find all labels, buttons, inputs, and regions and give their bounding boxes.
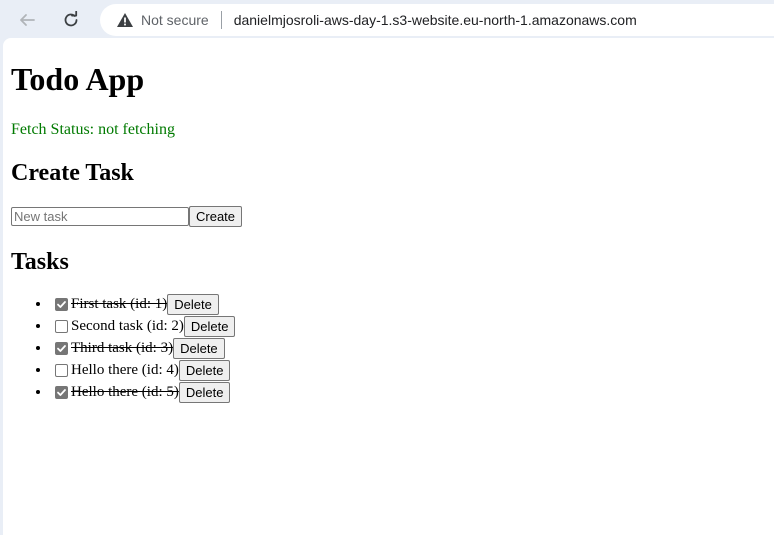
task-list-item: First task (id: 1)Delete (51, 293, 766, 315)
page-title: Todo App (11, 61, 145, 97)
create-button[interactable]: Create (189, 206, 243, 227)
task-checkbox[interactable] (55, 297, 68, 311)
create-task-form: Create (11, 206, 766, 227)
task-list-item: Hello there (id: 4)Delete (51, 359, 766, 381)
delete-button[interactable]: Delete (167, 293, 219, 315)
task-row: Third task (id: 3)Delete (51, 337, 225, 359)
browser-toolbar: Not secure danielmjosroli-aws-day-1.s3-w… (0, 0, 774, 38)
task-row: Hello there (id: 5)Delete (51, 381, 231, 403)
task-list: First task (id: 1)DeleteSecond task (id:… (11, 293, 766, 403)
new-task-input[interactable] (11, 207, 189, 226)
page-content: Todo App Fetch Status: not fetching Crea… (3, 59, 774, 403)
task-checkbox[interactable] (55, 385, 68, 399)
address-bar[interactable]: Not secure danielmjosroli-aws-day-1.s3-w… (100, 4, 774, 36)
back-arrow-icon (20, 14, 35, 26)
reload-button[interactable] (56, 5, 86, 35)
task-list-item: Second task (id: 2)Delete (51, 315, 766, 337)
delete-button[interactable]: Delete (178, 359, 231, 381)
task-list-item: Hello there (id: 5)Delete (51, 381, 766, 403)
task-label: Second task (id: 2) (71, 318, 184, 334)
task-label: Third task (id: 3) (71, 340, 174, 356)
tasks-heading: Tasks (11, 249, 69, 275)
create-task-heading: Create Task (11, 160, 134, 186)
task-row: Second task (id: 2)Delete (51, 315, 236, 337)
back-button[interactable] (12, 5, 42, 35)
task-row: First task (id: 1)Delete (51, 293, 219, 315)
checkmark-icon (57, 300, 66, 308)
delete-button[interactable]: Delete (178, 381, 231, 403)
page-viewport: Todo App Fetch Status: not fetching Crea… (3, 38, 774, 535)
omnibox-divider (220, 11, 222, 29)
delete-button[interactable]: Delete (183, 315, 236, 337)
task-checkbox[interactable] (55, 363, 68, 377)
task-label: Hello there (id: 4) (71, 362, 179, 378)
checkmark-icon (57, 388, 66, 396)
task-label: Hello there (id: 5) (71, 384, 179, 400)
security-status[interactable]: Not secure (141, 12, 209, 28)
reload-icon (64, 11, 78, 27)
fetch-status: Fetch Status: not fetching (11, 121, 175, 138)
checkmark-icon (57, 344, 66, 352)
delete-button[interactable]: Delete (173, 337, 225, 359)
url-text[interactable]: danielmjosroli-aws-day-1.s3-website.eu-n… (234, 12, 637, 28)
task-row: Hello there (id: 4)Delete (51, 359, 231, 381)
task-label: First task (id: 1) (71, 296, 168, 312)
warning-icon[interactable] (116, 11, 134, 29)
task-checkbox[interactable] (55, 319, 68, 333)
task-list-item: Third task (id: 3)Delete (51, 337, 766, 359)
task-checkbox[interactable] (55, 341, 68, 355)
